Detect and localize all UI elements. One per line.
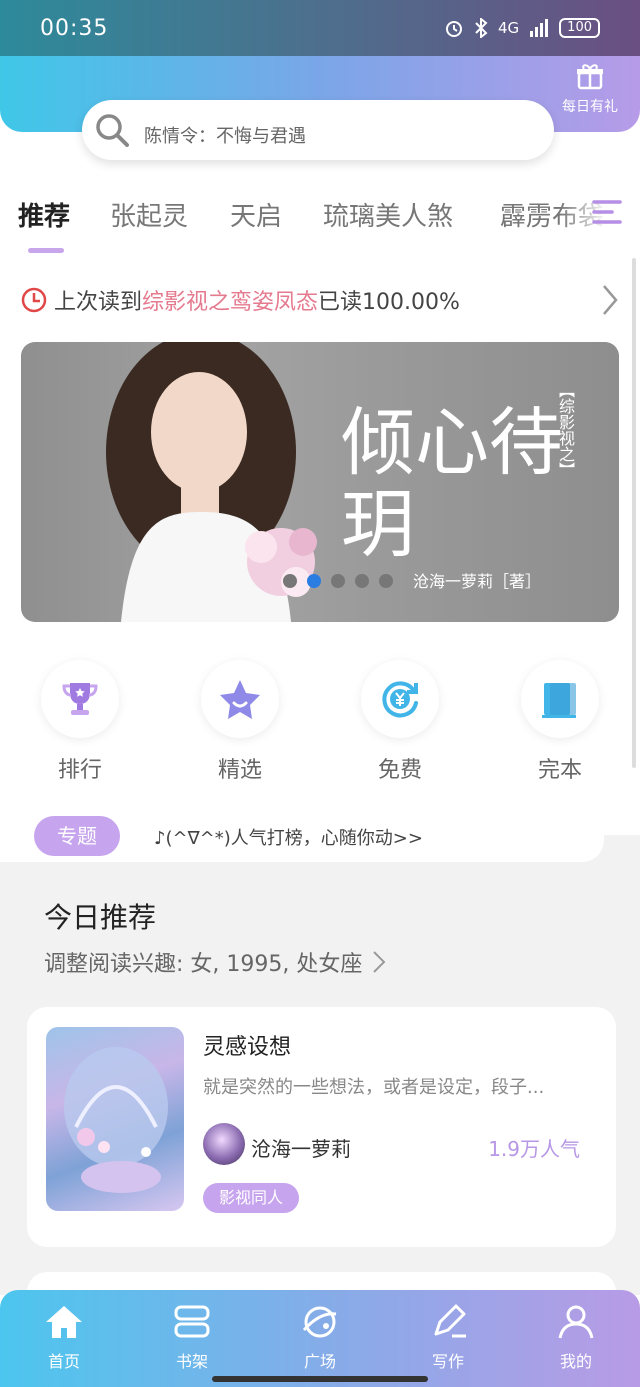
interest-text: 调整阅读兴趣: 女, 1995, 处女座 [44,952,363,977]
chevron-right-icon [603,285,618,315]
gift-icon [577,64,603,90]
chevron-right-icon [373,951,386,973]
quick-link-circle [361,660,439,738]
quick-link-label: 完本 [537,758,582,783]
category-tabs: 推荐 张起灵 天启 琉璃美人煞 霹雳布袋戏 [0,190,640,260]
genre-tag[interactable]: 影视同人 [203,1183,300,1213]
search-hint: 陈情令：不悔与君遇 [144,126,306,147]
recommend-card[interactable]: 灵感设想 就是突然的一些想法，或者是设定，段子... 沧海一萝莉 1.9万人气 … [27,1007,616,1247]
signal-icon [530,19,549,37]
nav-label: 写作 [431,1352,464,1371]
avatar[interactable] [203,1123,245,1165]
last-read-bar[interactable]: 上次读到 综影视之鸾姿凤态 已读100.00% [20,280,620,320]
quick-link-completed[interactable]: 完本 [500,660,620,784]
tab-liuli[interactable]: 琉璃美人煞 [323,196,453,233]
nav-profile[interactable]: 我的 [531,1304,621,1372]
carousel-dot[interactable] [283,574,297,588]
nav-label: 首页 [47,1352,80,1371]
gift-label: 每日有礼 [562,99,618,115]
banner-author: 沧海一萝莉［著］ [413,572,542,591]
home-indicator[interactable] [212,1376,428,1382]
quick-link-label: 精选 [217,758,262,783]
topic-text[interactable]: ♪(^∇^*)人气打榜，心随你动>> [154,824,423,850]
status-time: 00:35 [40,15,109,41]
book-description: 就是突然的一些想法，或者是设定，段子... [203,1077,545,1098]
quick-link-label: 排行 [57,758,102,783]
bookshelf-icon [174,1305,210,1338]
nav-write[interactable]: 写作 [403,1304,493,1372]
tab-tianqi[interactable]: 天启 [230,196,282,233]
last-read-book[interactable]: 综影视之鸾姿凤态 [142,284,318,316]
bluetooth-icon [475,18,488,38]
carousel-dots [283,574,393,588]
active-tab-indicator [28,248,64,253]
banner-title: 倾心待玥 [341,400,563,568]
popularity-count: 1.9万人气 [488,1137,580,1161]
author-name[interactable]: 沧海一萝莉 [251,1133,351,1162]
carousel-dot[interactable] [379,574,393,588]
quick-link-free[interactable]: 免费 [340,660,460,784]
quick-link-circle [41,660,119,738]
nav-plaza[interactable]: 广场 [275,1304,365,1372]
tab-zhang-qiling[interactable]: 张起灵 [110,196,188,233]
scrollbar[interactable] [632,258,636,768]
category-menu-icon[interactable] [590,194,626,230]
trophy-icon [62,683,98,715]
adjust-interest-link[interactable]: 调整阅读兴趣: 女, 1995, 处女座 [44,946,386,978]
quick-link-circle [521,660,599,738]
network-type: 4G [498,19,520,37]
user-icon [558,1305,594,1339]
book-icon [542,683,576,718]
quick-link-label: 免费 [377,758,422,783]
clock-icon [21,287,47,313]
search-icon [96,114,129,147]
nav-label: 书架 [175,1352,208,1371]
last-read-progress: 已读100.00% [318,290,460,315]
promo-banner[interactable]: 【综影视之】 倾心待玥 沧海一萝莉［著］ [21,342,619,622]
search-bar[interactable]: 陈情令：不悔与君遇 [82,100,554,160]
quick-link-circle [201,660,279,738]
alarm-icon [446,21,462,37]
status-bar: 00:35 4G 100 [0,0,640,56]
shell-cover-art [64,1047,168,1193]
yen-refresh-icon [382,681,418,718]
home-icon [46,1306,82,1338]
battery-indicator: 100 [559,18,600,38]
bottom-navigation: 首页 书架 广场 写作 我的 [0,1290,640,1387]
daily-gift-button[interactable]: 每日有礼 [558,62,622,116]
planet-icon [302,1306,337,1338]
last-read-prefix: 上次读到 [54,290,143,315]
star-icon [220,680,260,719]
today-recommend-title: 今日推荐 [44,901,157,934]
carousel-dot[interactable] [331,574,345,588]
book-cover [46,1027,184,1211]
nav-label: 广场 [303,1352,336,1371]
nav-bookshelf[interactable]: 书架 [147,1304,237,1372]
quick-link-featured[interactable]: 精选 [180,660,300,784]
status-icons: 4G 100 [444,18,600,38]
carousel-dot[interactable] [355,574,369,588]
quick-link-ranking[interactable]: 排行 [20,660,140,784]
tab-recommend[interactable]: 推荐 [18,196,70,233]
book-title: 灵感设想 [203,1035,292,1060]
topic-tag: 专题 [34,816,120,856]
nav-home[interactable]: 首页 [19,1304,109,1372]
nav-label: 我的 [559,1352,592,1371]
carousel-dot-active[interactable] [307,574,321,588]
pen-icon [434,1304,466,1338]
